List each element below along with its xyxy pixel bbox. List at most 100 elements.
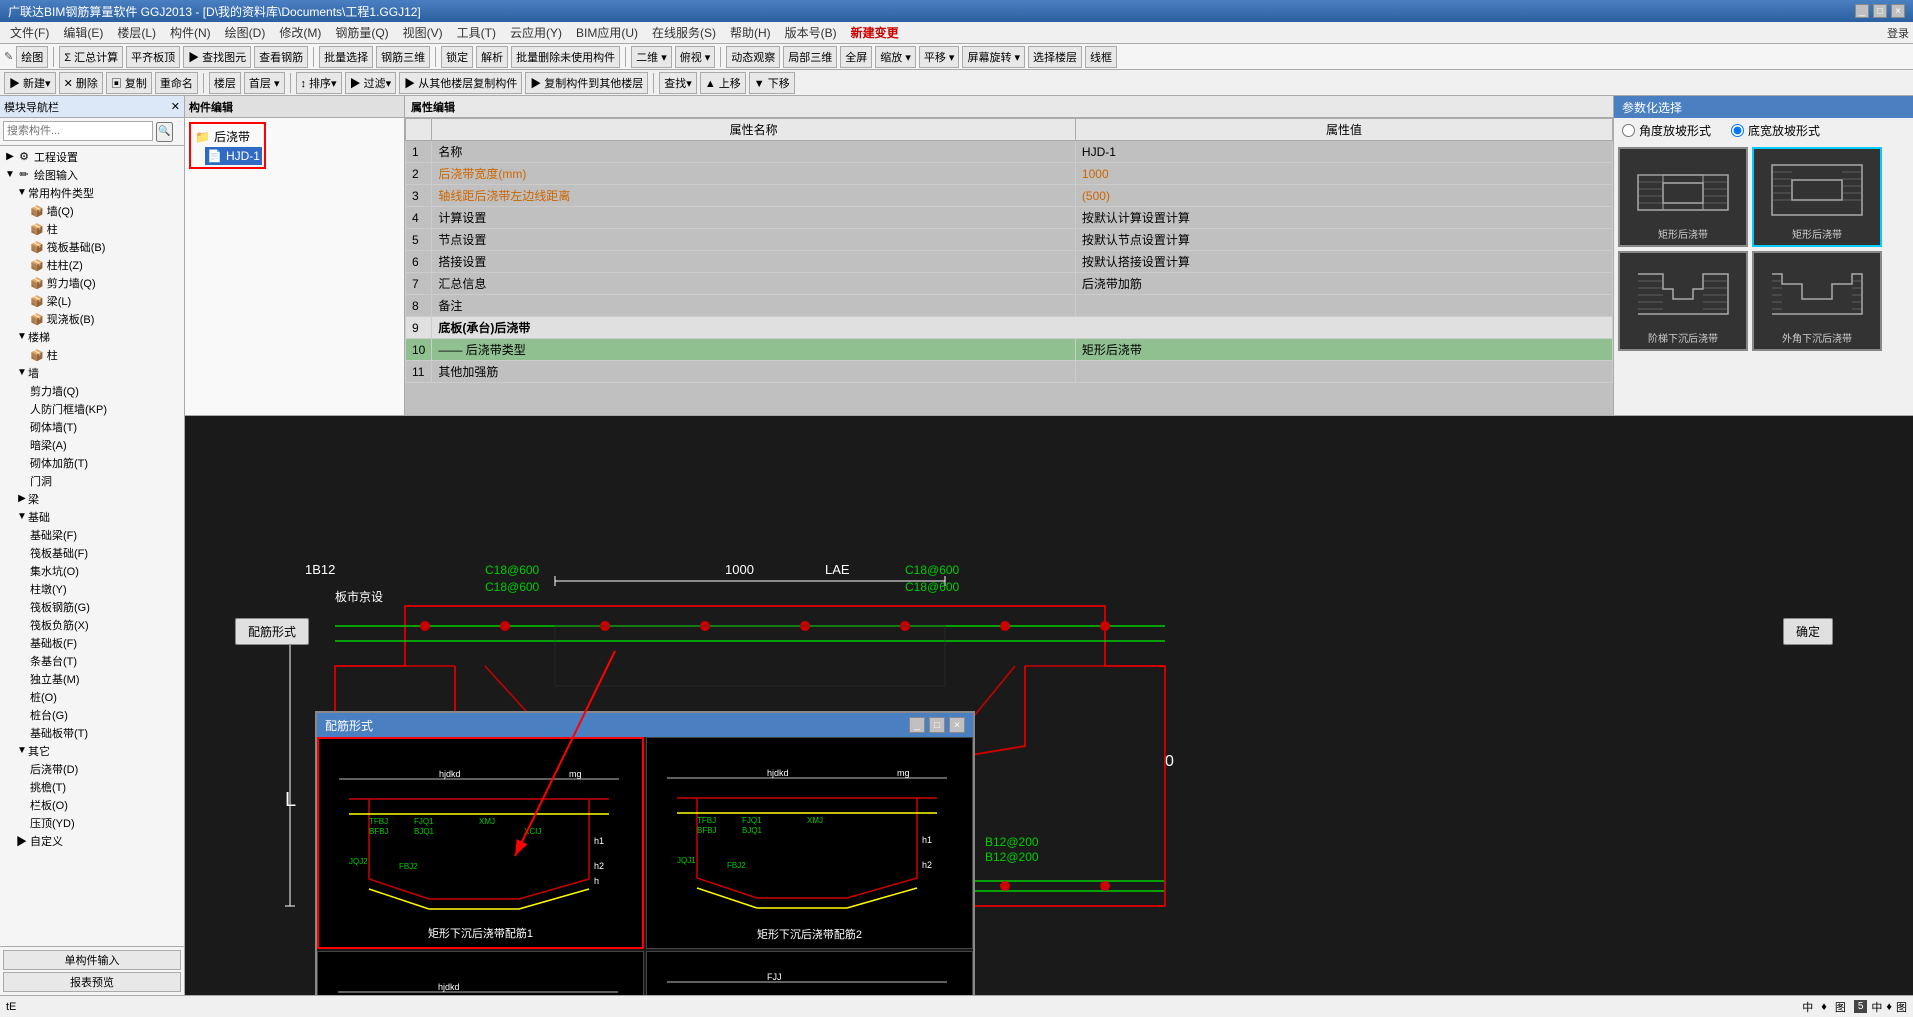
menu-edit[interactable]: 编辑(E) bbox=[57, 22, 109, 43]
tree-item-masonry-rebar[interactable]: 砌体加筋(T) bbox=[2, 454, 182, 472]
tree-item-common[interactable]: ▼ 常用构件类型 bbox=[2, 184, 182, 202]
dialog-minimize[interactable]: _ bbox=[909, 717, 925, 733]
tree-item-pile[interactable]: 桩(O) bbox=[2, 688, 182, 706]
dialog-maximize[interactable]: □ bbox=[929, 717, 945, 733]
tree-item-foundation[interactable]: ▼ 基础 bbox=[2, 508, 182, 526]
toolbar-wireframe[interactable]: 线框 bbox=[1085, 46, 1117, 68]
toolbar-fullscreen[interactable]: 全屏 bbox=[840, 46, 872, 68]
radio-angle-slope[interactable] bbox=[1622, 124, 1635, 137]
prop-row-other-rebar[interactable]: 11 其他加强筋 bbox=[406, 361, 1613, 383]
tree-item-beam-group[interactable]: ▶ 梁 bbox=[2, 490, 182, 508]
toolbar-floor-select[interactable]: 楼层 bbox=[209, 72, 241, 94]
toolbar-batch-select[interactable]: 批量选择 bbox=[319, 46, 373, 68]
maximize-button[interactable]: □ bbox=[1873, 4, 1887, 18]
tree-item-settings[interactable]: ▶ ⚙ 工程设置 bbox=[2, 148, 182, 166]
menu-component[interactable]: 构件(N) bbox=[164, 22, 217, 43]
toolbar-sort[interactable]: ↕ 排序▾ bbox=[296, 72, 342, 94]
prop-row-node[interactable]: 5 节点设置 按默认节点设置计算 bbox=[406, 229, 1613, 251]
toolbar-perspective[interactable]: 俯视 ▾ bbox=[675, 46, 716, 68]
tree-item-post-cast[interactable]: 后浇带(D) bbox=[2, 760, 182, 778]
toolbar-dynamic[interactable]: 动态观察 bbox=[726, 46, 780, 68]
tree-item-raft-found[interactable]: 筏板基础(F) bbox=[2, 544, 182, 562]
canvas-confirm-button[interactable]: 确定 bbox=[1783, 618, 1833, 645]
prop-row-axis-dist[interactable]: 3 轴线距后浇带左边线距离 (500) bbox=[406, 185, 1613, 207]
minimize-button[interactable]: _ bbox=[1855, 4, 1869, 18]
toolbar-new[interactable]: ▶ 新建▾ bbox=[4, 72, 56, 94]
tree-item-door-opening[interactable]: 门洞 bbox=[2, 472, 182, 490]
tree-item-stair[interactable]: ▼ 楼梯 bbox=[2, 328, 182, 346]
prop-row-note[interactable]: 8 备注 bbox=[406, 295, 1613, 317]
single-component-input-button[interactable]: 单构件输入 bbox=[3, 950, 181, 970]
tree-item-raft[interactable]: 📦 筏板基础(B) bbox=[2, 238, 182, 256]
toolbar-rebar-3d[interactable]: 钢筋三维 bbox=[376, 46, 430, 68]
tree-item-beam[interactable]: 📦 梁(L) bbox=[2, 292, 182, 310]
tree-item-shear2[interactable]: 剪力墙(Q) bbox=[2, 382, 182, 400]
menu-rebar[interactable]: 钢筋量(Q) bbox=[329, 22, 394, 43]
tree-item-found-slab[interactable]: 基础板(F) bbox=[2, 634, 182, 652]
option-angle-slope[interactable]: 角度放坡形式 bbox=[1622, 122, 1711, 139]
tree-item-isolated-found[interactable]: 独立基(M) bbox=[2, 670, 182, 688]
close-button[interactable]: × bbox=[1891, 4, 1905, 18]
menu-new-change[interactable]: 新建变更 bbox=[845, 22, 905, 43]
tree-item-column-pier[interactable]: 柱墩(Y) bbox=[2, 580, 182, 598]
shape-rect-postcast[interactable]: 矩形后浇带 bbox=[1618, 147, 1748, 247]
menu-file[interactable]: 文件(F) bbox=[4, 22, 55, 43]
component-node-postcast[interactable]: 📁 后浇带 bbox=[193, 126, 262, 147]
toolbar-filter[interactable]: ▶ 过滤▾ bbox=[345, 72, 397, 94]
toolbar-copy-to[interactable]: ▶ 复制构件到其他楼层 bbox=[525, 72, 648, 94]
toolbar-select-floor[interactable]: 选择楼层 bbox=[1028, 46, 1082, 68]
shape-rect-postcast-2[interactable]: 矩形后浇带 bbox=[1752, 147, 1882, 247]
tree-item-found-band[interactable]: 基础板带(T) bbox=[2, 724, 182, 742]
nav-panel-close[interactable]: ✕ bbox=[171, 100, 180, 113]
tree-item-raft-rebar[interactable]: 筏板钢筋(G) bbox=[2, 598, 182, 616]
menu-tools[interactable]: 工具(T) bbox=[451, 22, 502, 43]
tree-item-pillar[interactable]: 📦 柱柱(Z) bbox=[2, 256, 182, 274]
tree-item-pile-cap[interactable]: 桩台(G) bbox=[2, 706, 182, 724]
prop-row-lap[interactable]: 6 搭接设置 按默认搭接设置计算 bbox=[406, 251, 1613, 273]
window-controls[interactable]: _ □ × bbox=[1855, 4, 1905, 18]
toolbar-move-down[interactable]: ▼ 下移 bbox=[749, 72, 795, 94]
toolbar-delete[interactable]: ✕ 删除 bbox=[59, 72, 103, 94]
toolbar-2d[interactable]: 二维 ▾ bbox=[631, 46, 672, 68]
component-search-input[interactable] bbox=[3, 121, 153, 141]
prop-row-type[interactable]: 10 —— 后浇带类型 矩形后浇带 bbox=[406, 339, 1613, 361]
menu-online[interactable]: 在线服务(S) bbox=[646, 22, 722, 43]
report-preview-button[interactable]: 报表预览 bbox=[3, 972, 181, 992]
tree-item-strip-found[interactable]: 条基台(T) bbox=[2, 652, 182, 670]
toolbar-pan[interactable]: 平移 ▾ bbox=[919, 46, 960, 68]
prop-row-calc[interactable]: 4 计算设置 按默认计算设置计算 bbox=[406, 207, 1613, 229]
rebar-diagram-2[interactable]: hjdkd mg TFBJ BFBJ FJQ1 BJQ1 JQJ1 FBJ2 X… bbox=[646, 737, 973, 949]
toolbar-rename[interactable]: 重命名 bbox=[155, 72, 198, 94]
component-search-button[interactable]: 🔍 bbox=[156, 122, 172, 142]
menu-floor[interactable]: 楼层(L) bbox=[111, 22, 162, 43]
toolbar-copy[interactable]: ▣ 复制 bbox=[106, 72, 152, 94]
toolbar-copy-from[interactable]: ▶ 从其他楼层复制构件 bbox=[399, 72, 522, 94]
toolbar-move-up[interactable]: ▲ 上移 bbox=[700, 72, 746, 94]
tree-item-hidden-beam[interactable]: 暗梁(A) bbox=[2, 436, 182, 454]
shape-outer-postcast[interactable]: 外角下沉后浇带 bbox=[1752, 251, 1882, 351]
toolbar-delete-unused[interactable]: 批量删除未使用构件 bbox=[511, 46, 620, 68]
tree-item-civil-defense[interactable]: 人防门框墙(KP) bbox=[2, 400, 182, 418]
tree-item-parapet[interactable]: 栏板(O) bbox=[2, 796, 182, 814]
toolbar-parse[interactable]: 解析 bbox=[476, 46, 508, 68]
toolbar-zoom[interactable]: 缩放 ▾ bbox=[875, 46, 916, 68]
prop-row-summary[interactable]: 7 汇总信息 后浇带加筋 bbox=[406, 273, 1613, 295]
menu-cloud[interactable]: 云应用(Y) bbox=[504, 22, 568, 43]
dialog-close[interactable]: × bbox=[949, 717, 965, 733]
peijin-form-button[interactable]: 配筋形式 bbox=[235, 618, 309, 645]
toolbar-local-3d[interactable]: 局部三维 bbox=[783, 46, 837, 68]
component-node-hjd1[interactable]: 📄 HJD-1 bbox=[205, 147, 262, 165]
tree-item-neg-rebar[interactable]: 筏板负筋(X) bbox=[2, 616, 182, 634]
tree-item-other[interactable]: ▼ 其它 bbox=[2, 742, 182, 760]
rebar-diagram-1[interactable]: hjdkd mg TFBJ BFBJ FJQ1 BJQ1 JQJ2 FBJ2 bbox=[317, 737, 644, 949]
toolbar-lock[interactable]: 锁定 bbox=[441, 46, 473, 68]
toolbar-calculate[interactable]: Σ 汇总计算 bbox=[59, 46, 123, 68]
toolbar-rotate-screen[interactable]: 屏幕旋转 ▾ bbox=[962, 46, 1025, 68]
tree-item-column[interactable]: 📦 柱 bbox=[2, 220, 182, 238]
prop-row-name[interactable]: 1 名称 HJD-1 bbox=[406, 141, 1613, 163]
tree-item-stair-col[interactable]: 📦 柱 bbox=[2, 346, 182, 364]
tree-item-custom[interactable]: ▶ 自定义 bbox=[2, 832, 182, 850]
tree-item-slab[interactable]: 📦 现浇板(B) bbox=[2, 310, 182, 328]
tree-item-masonry[interactable]: 砌体墙(T) bbox=[2, 418, 182, 436]
tree-item-wall-group[interactable]: ▼ 墙 bbox=[2, 364, 182, 382]
